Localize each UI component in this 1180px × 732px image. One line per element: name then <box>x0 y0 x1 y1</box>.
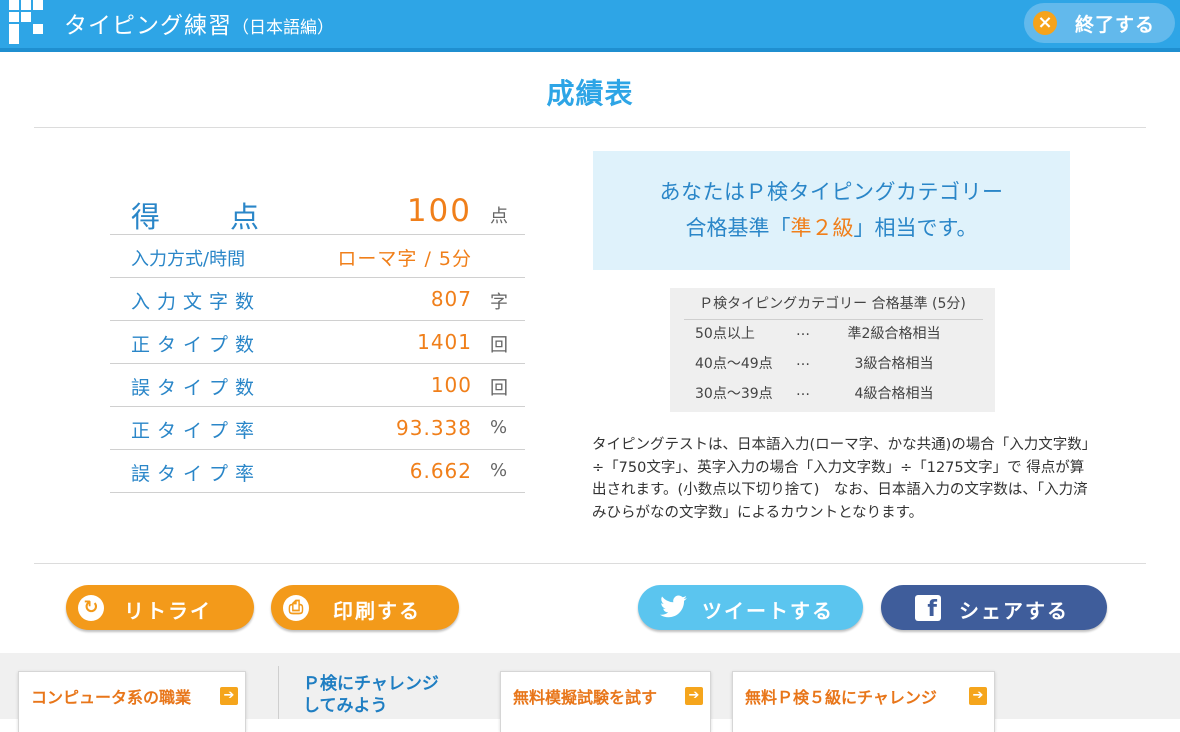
score-label-char: 点 <box>229 200 259 234</box>
stat-label: 誤タイプ率 <box>131 463 262 485</box>
mock-exam-label: 無料模擬試験を試す <box>513 688 658 707</box>
stat-label: 誤タイプ数 <box>131 377 262 399</box>
method-value: ローマ字 / 5分 <box>337 248 472 270</box>
criteria-grade: 準2級合格相当 <box>847 326 941 342</box>
stat-row: 入力文字数 807 字 <box>110 278 525 321</box>
close-icon: × <box>1033 11 1057 35</box>
criteria-row: 50点以上 … 準2級合格相当 <box>670 318 995 348</box>
stat-value: 6.662 <box>409 459 472 483</box>
challenge-line2: してみよう <box>303 696 388 716</box>
stat-label: 正タイプ数 <box>131 334 262 356</box>
criteria-row: 30点～39点 … 4級合格相当 <box>670 378 995 408</box>
tweet-button[interactable]: ツイートする <box>638 585 863 630</box>
pass-message-line2: 合格基準「準２級」相当です。 <box>593 212 1070 242</box>
exit-button[interactable]: × 終了する <box>1024 3 1175 43</box>
pass-message-prefix: 合格基準「 <box>685 216 791 240</box>
score-label-char: 得 <box>131 200 161 234</box>
scoring-note: タイピングテストは、日本語入力(ローマ字、かな共通)の場合「入力文字数」÷「75… <box>592 437 1097 521</box>
exit-button-label: 終了する <box>1075 14 1156 36</box>
criteria-grade: 4級合格相当 <box>854 386 934 402</box>
challenge-heading: Ｐ検にチャレンジ してみよう <box>303 673 439 717</box>
criteria-title: Ｐ検タイピングカテゴリー 合格基準 (5分) <box>699 296 966 312</box>
stat-unit: % <box>490 417 508 438</box>
stat-unit: 回 <box>490 378 508 399</box>
stat-row: 誤タイプ率 6.662 % <box>110 450 525 493</box>
pass-result-box: あなたはＰ検タイピングカテゴリー 合格基準「準２級」相当です。 <box>593 151 1070 270</box>
facebook-share-button[interactable]: f シェアする <box>881 585 1107 630</box>
stat-row: 正タイプ数 1401 回 <box>110 321 525 364</box>
criteria-sep: … <box>796 353 810 369</box>
grade5-challenge-link[interactable]: 無料Ｐ検５級にチャレンジ ➔ <box>732 671 995 732</box>
print-button-label: 印刷する <box>333 599 421 623</box>
app-subtitle: （日本語編） <box>232 18 334 38</box>
app-header: タイピング練習（日本語編） × 終了する <box>0 0 1180 52</box>
twitter-icon <box>658 593 688 625</box>
stat-value: 100 <box>430 373 472 397</box>
stat-row: 正タイプ率 93.338 % <box>110 407 525 450</box>
arrow-right-icon: ➔ <box>685 687 703 705</box>
retry-icon: ↻ <box>78 595 104 621</box>
top-divider <box>34 127 1146 128</box>
retry-button[interactable]: ↻ リトライ <box>66 585 254 630</box>
tweet-button-label: ツイートする <box>702 599 834 623</box>
computer-jobs-link[interactable]: コンピュータ系の職業 ➔ <box>18 671 246 732</box>
criteria-grade: 3級合格相当 <box>854 356 934 372</box>
score-table: 得 点 100 点 入力方式/時間 ローマ字 / 5分 入力文字数 807 字 … <box>110 188 525 493</box>
stat-label: 正タイプ率 <box>131 420 262 442</box>
method-row: 入力方式/時間 ローマ字 / 5分 <box>110 235 525 278</box>
page-title: 成績表 <box>546 77 634 110</box>
score-row: 得 点 100 点 <box>110 188 525 235</box>
criteria-sep: … <box>796 323 810 339</box>
stat-value: 807 <box>430 287 472 311</box>
app-title-text: タイピング練習 <box>64 13 232 39</box>
stat-unit: 回 <box>490 335 508 356</box>
criteria-range: 30点～39点 <box>695 386 773 402</box>
method-label: 入力方式/時間 <box>131 249 246 270</box>
criteria-table: Ｐ検タイピングカテゴリー 合格基準 (5分) 50点以上 … 準2級合格相当 4… <box>670 288 995 412</box>
app-logo-icon <box>9 0 45 44</box>
pass-message-line1: あなたはＰ検タイピングカテゴリー <box>659 180 1004 204</box>
criteria-range: 40点～49点 <box>695 356 773 372</box>
pass-message-suffix: 」相当です。 <box>853 216 978 240</box>
stat-value: 93.338 <box>396 416 472 440</box>
challenge-line1: Ｐ検にチャレンジ <box>303 674 439 694</box>
footer-nav: コンピュータ系の職業 ➔ Ｐ検にチャレンジ してみよう 無料模擬試験を試す ➔ … <box>0 653 1180 732</box>
score-label: 得 点 <box>131 194 259 236</box>
stat-unit: % <box>490 460 508 481</box>
footer-divider <box>278 666 279 719</box>
facebook-icon: f <box>915 595 941 621</box>
app-title: タイピング練習（日本語編） <box>64 6 334 40</box>
share-button-label: シェアする <box>959 599 1069 623</box>
grade5-label: 無料Ｐ検５級にチャレンジ <box>745 688 937 707</box>
stat-row: 誤タイプ数 100 回 <box>110 364 525 407</box>
arrow-right-icon: ➔ <box>969 687 987 705</box>
stat-value: 1401 <box>417 330 472 354</box>
stat-label: 入力文字数 <box>131 291 262 313</box>
score-unit: 点 <box>490 206 508 227</box>
printer-icon: ⎙ <box>283 595 309 621</box>
criteria-sep: … <box>796 383 810 399</box>
print-button[interactable]: ⎙ 印刷する <box>271 585 459 630</box>
pass-grade: 準２級 <box>790 216 854 240</box>
arrow-right-icon: ➔ <box>220 687 238 705</box>
criteria-row: 40点～49点 … 3級合格相当 <box>670 348 995 378</box>
stat-unit: 字 <box>490 292 508 313</box>
score-value: 100 <box>406 193 472 229</box>
criteria-range: 50点以上 <box>695 326 755 342</box>
mock-exam-link[interactable]: 無料模擬試験を試す ➔ <box>500 671 711 732</box>
retry-button-label: リトライ <box>124 599 212 623</box>
computer-jobs-label: コンピュータ系の職業 <box>31 688 192 707</box>
bottom-divider <box>34 563 1146 564</box>
